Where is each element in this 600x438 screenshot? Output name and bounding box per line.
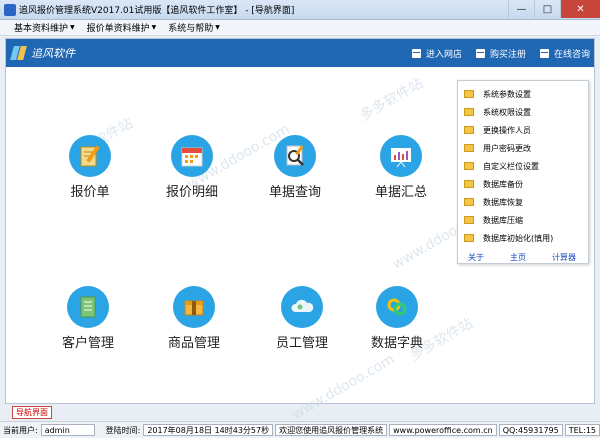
folder-icon (464, 198, 474, 206)
panel-item-label: 数据库恢复 (483, 197, 523, 207)
tile-customer[interactable]: 客户管理 (33, 286, 143, 366)
tile-doc-query[interactable]: 单据查询 (240, 135, 350, 215)
window-controls: — □ ✕ (508, 0, 600, 18)
window-titlebar: 追风报价管理系统V2017.01试用版【追风软件工作室】 - [导航界面] — … (0, 0, 600, 20)
panel-item-switch-operator[interactable]: 更换操作人员 (458, 121, 588, 139)
panel-item-label: 数据库备份 (483, 179, 523, 189)
menu-label: 系统与帮助 (168, 24, 214, 34)
tile-label: 员工管理 (275, 336, 328, 351)
watermark: 多多软件站 (357, 75, 426, 125)
panel-links: 关于 主页 计算器 (458, 247, 588, 263)
folder-icon (464, 234, 474, 242)
menu-quote-data[interactable]: 报价单资料维护 ▼ (87, 21, 157, 34)
chevron-down-icon: ▼ (215, 24, 220, 31)
system-settings-panel: 系统参数设置 系统权限设置 更换操作人员 用户密码更改 自定义栏位设置 数据库备… (457, 80, 589, 264)
tile-product[interactable]: 商品管理 (139, 286, 249, 366)
quote-edit-icon (69, 135, 111, 177)
tile-label: 报价单 (70, 185, 110, 200)
home-link[interactable]: 主页 (510, 252, 526, 263)
panel-item-permissions[interactable]: 系统权限设置 (458, 103, 588, 121)
window-title: 追风报价管理系统V2017.01试用版【追风软件工作室】 - [导航界面] (19, 6, 295, 16)
search-doc-icon (274, 135, 316, 177)
link-buy-register[interactable]: 购买注册 (475, 47, 526, 60)
chat-icon (539, 48, 549, 58)
chevron-down-icon: ▼ (151, 24, 157, 31)
tile-label: 商品管理 (167, 336, 220, 351)
welcome-message: 欢迎您使用追风报价管理系统 (275, 424, 388, 436)
status-bar: 当前用户: admin 登陆时间: 2017年08月18日 14时43分57秒 … (0, 421, 600, 438)
brand-name: 追风软件 (31, 47, 75, 60)
login-time-value: 2017年08月18日 14时43分57秒 (143, 424, 274, 436)
current-user-label: 当前用户: (3, 425, 38, 435)
login-time-label: 登陆时间: (105, 425, 141, 435)
cloud-icon (281, 286, 323, 328)
menu-system-help[interactable]: 系统与帮助 ▼ (168, 21, 220, 34)
tile-data-dictionary[interactable]: 数据字典 (342, 286, 452, 366)
brand-logo-icon (10, 44, 28, 62)
brand-header: 追风软件 进入网店 购买注册 在线咨询 (6, 39, 594, 67)
website-text: www.poweroffice.com.cn (389, 424, 497, 436)
folder-icon (464, 126, 474, 134)
tile-label: 客户管理 (61, 336, 114, 351)
tile-quote[interactable]: 报价单 (35, 135, 145, 215)
notebook-icon (67, 286, 109, 328)
panel-item-label: 系统参数设置 (483, 89, 531, 99)
calculator-link[interactable]: 计算器 (552, 252, 576, 263)
folder-icon (464, 144, 474, 152)
qq-text: QQ:45931795 (498, 424, 563, 436)
panel-item-system-params[interactable]: 系统参数设置 (458, 85, 588, 103)
maximize-button[interactable]: □ (534, 0, 560, 18)
panel-item-label: 数据库初始化(慎用) (483, 233, 554, 243)
menubar: 基本资料维护 ▼ 报价单资料维护 ▼ 系统与帮助 ▼ (0, 20, 600, 36)
panel-item-db-init[interactable]: 数据库初始化(慎用) (458, 229, 588, 247)
about-link[interactable]: 关于 (468, 252, 484, 263)
link-label: 在线咨询 (553, 49, 590, 60)
store-icon (411, 48, 421, 58)
tile-label: 单据汇总 (374, 185, 427, 200)
folder-icon (464, 108, 474, 116)
panel-item-label: 数据库压缩 (483, 215, 523, 225)
folder-icon (464, 162, 474, 170)
panel-item-label: 更换操作人员 (483, 125, 531, 135)
calendar-icon (171, 135, 213, 177)
current-user-value: admin (40, 424, 95, 436)
chart-board-icon (380, 135, 422, 177)
link-label: 购买注册 (489, 49, 526, 60)
tel-text: TEL:15 (564, 424, 600, 436)
menu-label: 报价单资料维护 (86, 24, 150, 34)
panel-item-db-restore[interactable]: 数据库恢复 (458, 193, 588, 211)
link-store[interactable]: 进入网店 (411, 47, 462, 60)
folder-icon (464, 180, 474, 188)
panel-item-label: 用户密码更改 (483, 143, 531, 153)
tile-quote-detail[interactable]: 报价明细 (137, 135, 247, 215)
chevron-down-icon: ▼ (70, 24, 75, 31)
link-label: 进入网店 (425, 49, 462, 60)
panel-item-label: 系统权限设置 (483, 107, 531, 117)
rings-icon (376, 286, 418, 328)
folder-icon (464, 216, 474, 224)
tile-label: 单据查询 (268, 185, 321, 200)
cart-icon (475, 48, 485, 58)
app-icon (4, 3, 16, 16)
panel-item-db-compress[interactable]: 数据库压缩 (458, 211, 588, 229)
tile-label: 报价明细 (165, 185, 218, 200)
panel-item-db-backup[interactable]: 数据库备份 (458, 175, 588, 193)
minimize-button[interactable]: — (508, 0, 534, 18)
folder-icon (464, 90, 474, 98)
tile-label: 数据字典 (370, 336, 423, 351)
panel-item-custom-columns[interactable]: 自定义栏位设置 (458, 157, 588, 175)
tab-navigation[interactable]: 导航界面 (12, 406, 52, 419)
close-button[interactable]: ✕ (560, 0, 600, 18)
link-online-consult[interactable]: 在线咨询 (539, 47, 590, 60)
panel-item-change-password[interactable]: 用户密码更改 (458, 139, 588, 157)
brand: 追风软件 (10, 44, 75, 62)
header-links: 进入网店 购买注册 在线咨询 (398, 39, 590, 67)
tile-doc-summary[interactable]: 单据汇总 (346, 135, 456, 215)
panel-item-label: 自定义栏位设置 (483, 161, 539, 171)
tile-employee[interactable]: 员工管理 (247, 286, 357, 366)
box-icon (173, 286, 215, 328)
menu-basic-data[interactable]: 基本资料维护 ▼ (14, 21, 75, 34)
menu-label: 基本资料维护 (14, 24, 69, 34)
